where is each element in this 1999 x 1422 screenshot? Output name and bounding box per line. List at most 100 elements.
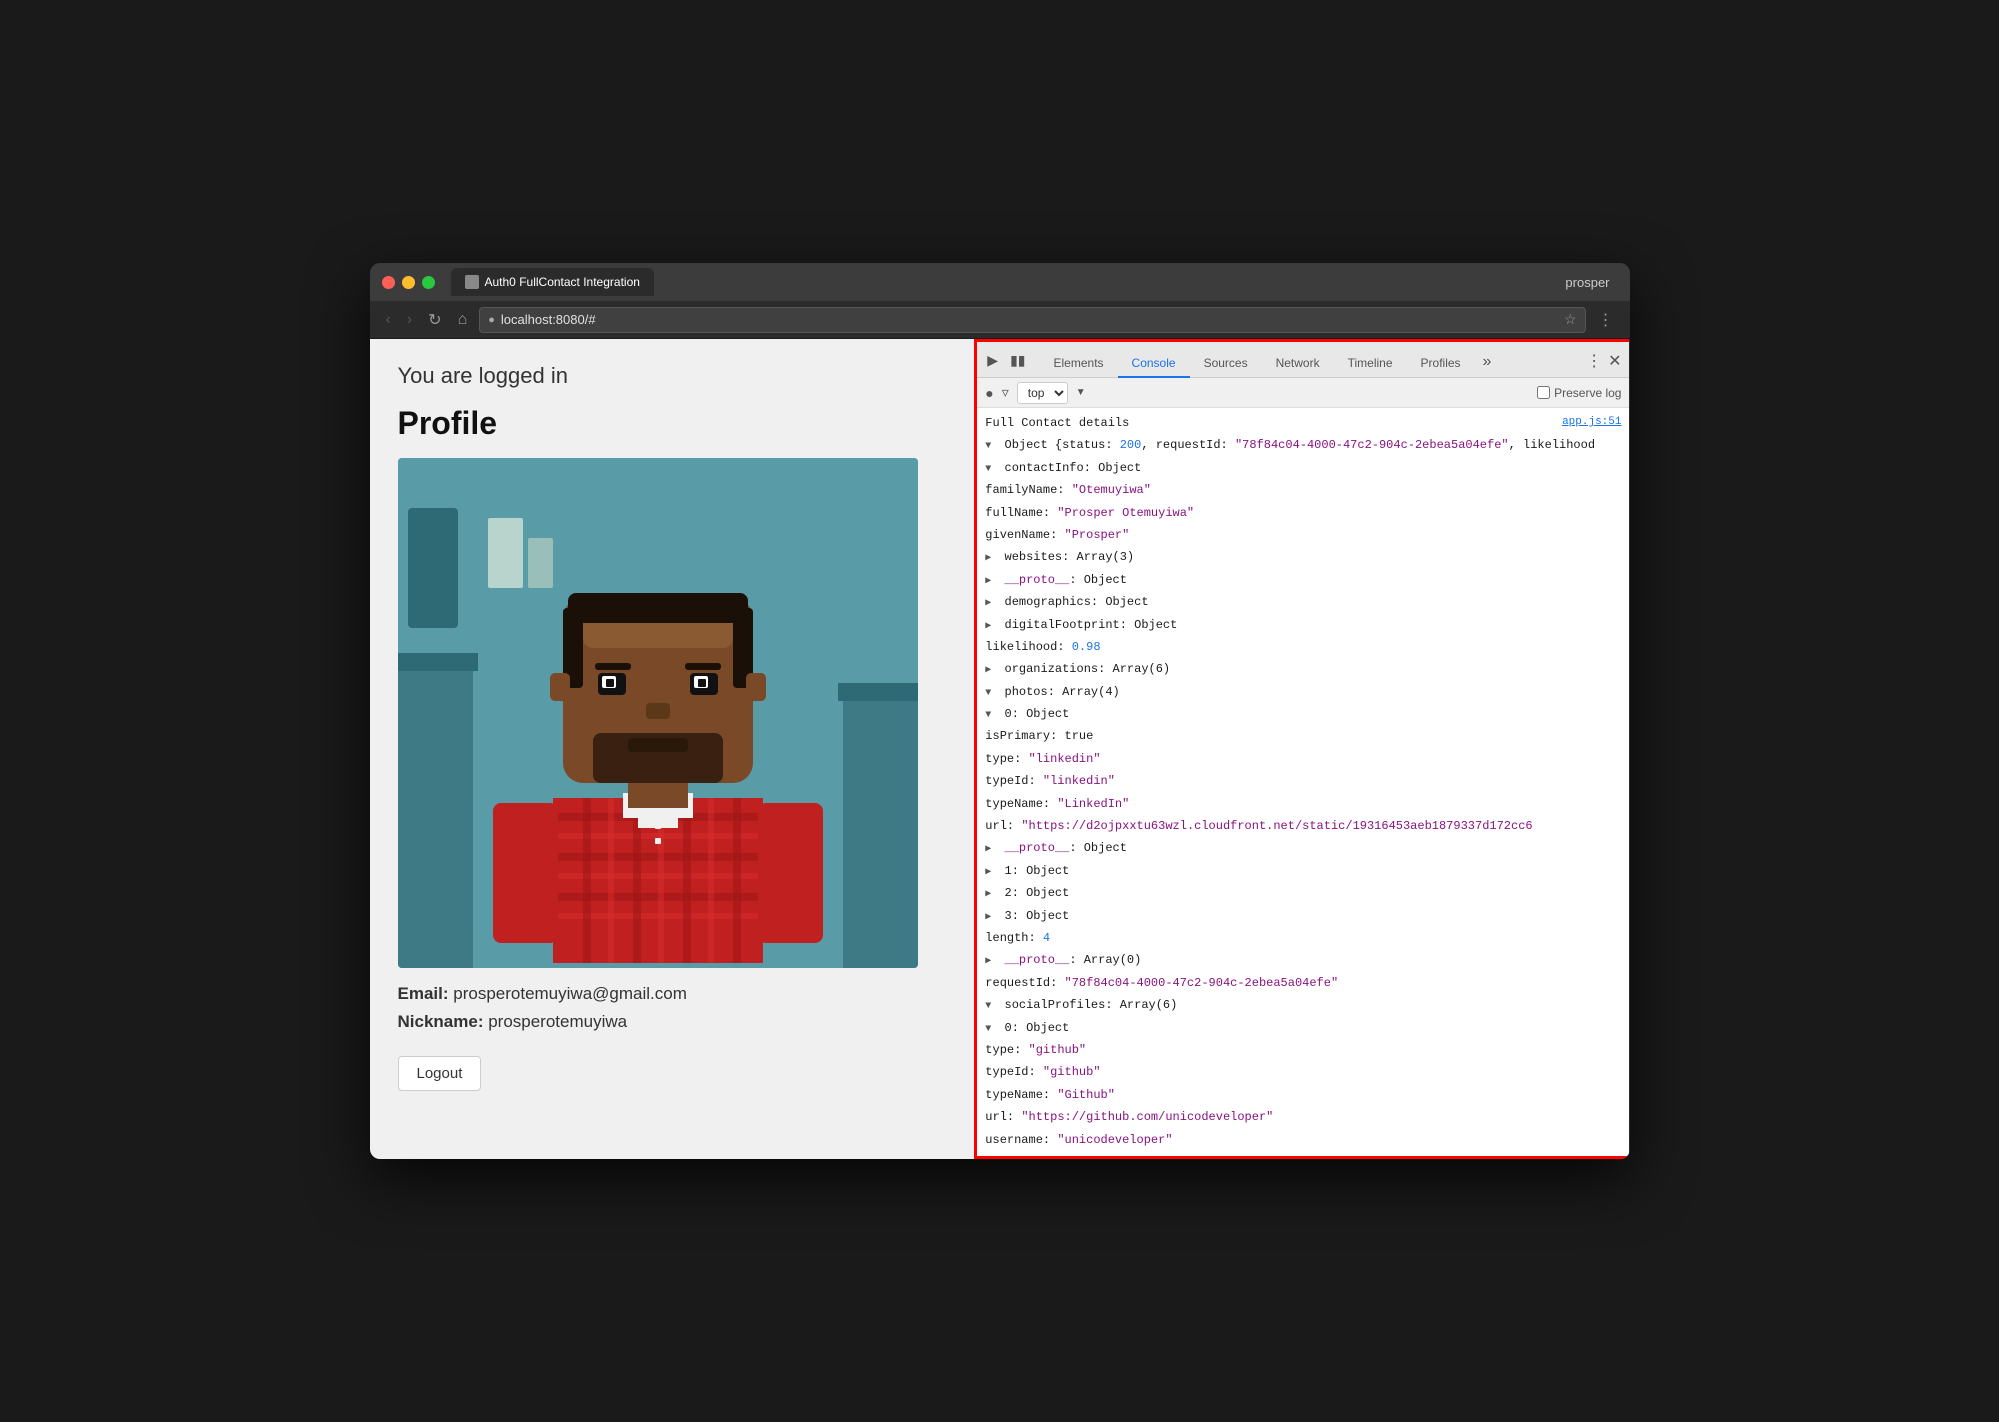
console-text: 0: Object xyxy=(985,704,1621,724)
console-line: __proto__: Array(0) xyxy=(977,949,1629,971)
console-text: 2: Object xyxy=(985,883,1621,903)
expand-arrow[interactable] xyxy=(985,1152,997,1156)
expand-arrow[interactable] xyxy=(985,435,997,455)
menu-button[interactable]: ⋮ xyxy=(1594,308,1618,332)
console-text: demographics: Object xyxy=(985,592,1621,612)
expand-arrow[interactable] xyxy=(985,592,997,612)
expand-arrow[interactable] xyxy=(985,883,997,903)
close-button[interactable] xyxy=(382,276,395,289)
console-text: __proto__: Array(0) xyxy=(985,950,1621,970)
console-line: url: "https://github.com/unicodeveloper" xyxy=(977,1106,1629,1128)
console-line: length: 4 xyxy=(977,927,1629,949)
console-text: digitalFootprint: Object xyxy=(985,615,1621,635)
expand-arrow[interactable] xyxy=(985,861,997,881)
console-text: length: 4 xyxy=(985,928,1621,948)
expand-arrow[interactable] xyxy=(985,1018,997,1038)
expand-arrow[interactable] xyxy=(985,838,997,858)
console-text: givenName: "Prosper" xyxy=(985,525,1621,545)
console-text: socialProfiles: Array(6) xyxy=(985,995,1621,1015)
console-line: typeName: "Github" xyxy=(977,1084,1629,1106)
console-output: Full Contact details app.js:51 Object {s… xyxy=(977,408,1629,1156)
expand-arrow[interactable] xyxy=(985,615,997,635)
expand-arrow[interactable] xyxy=(985,547,997,567)
email-line: Email: prosperotemuyiwa@gmail.com xyxy=(398,984,947,1004)
console-text: likelihood: 0.98 xyxy=(985,637,1621,657)
expand-arrow[interactable] xyxy=(985,682,997,702)
console-text: isPrimary: true xyxy=(985,726,1621,746)
console-text: type: "github" xyxy=(985,1040,1621,1060)
devtools-close-button[interactable]: ✕ xyxy=(1608,351,1621,371)
avatar-image xyxy=(398,458,918,968)
console-context-select[interactable]: top xyxy=(1017,382,1068,404)
console-toolbar: ● ▿ top ▼ Preserve log xyxy=(977,378,1629,408)
logged-in-text: You are logged in xyxy=(398,363,947,389)
preserve-log: Preserve log xyxy=(1537,386,1621,400)
browser-tab-active[interactable]: Auth0 FullContact Integration xyxy=(451,268,654,296)
expand-arrow[interactable] xyxy=(985,659,997,679)
tab-profiles[interactable]: Profiles xyxy=(1407,350,1475,378)
minimize-button[interactable] xyxy=(402,276,415,289)
tab-sources[interactable]: Sources xyxy=(1190,350,1262,378)
console-line: fullName: "Prosper Otemuyiwa" xyxy=(977,502,1629,524)
console-line: 3: Object xyxy=(977,905,1629,927)
title-bar: Auth0 FullContact Integration prosper xyxy=(370,263,1630,301)
console-filter-button[interactable]: ▿ xyxy=(1002,384,1009,401)
avatar-container xyxy=(398,458,918,968)
tab-elements[interactable]: Elements xyxy=(1040,350,1118,378)
expand-arrow[interactable] xyxy=(985,458,997,478)
expand-arrow[interactable] xyxy=(985,950,997,970)
devtools-tabs: ▶ ▮▮ Elements Console Sources Network Ti… xyxy=(977,342,1629,378)
console-line: digitalFootprint: Object xyxy=(977,614,1629,636)
bookmark-icon[interactable]: ☆ xyxy=(1564,311,1577,328)
expand-arrow[interactable] xyxy=(985,906,997,926)
devtools-tab-icons: ▶ ▮▮ xyxy=(985,350,1027,377)
console-line: contactInfo: Object xyxy=(977,457,1629,479)
console-text: type: "linkedin" xyxy=(985,749,1621,769)
console-line: demographics: Object xyxy=(977,591,1629,613)
console-text: __proto__: Object xyxy=(985,1152,1621,1156)
console-line: 0: Object xyxy=(977,703,1629,725)
nickname-line: Nickname: prosperotemuyiwa xyxy=(398,1012,947,1032)
maximize-button[interactable] xyxy=(422,276,435,289)
browser-window: Auth0 FullContact Integration prosper ‹ … xyxy=(370,263,1630,1159)
expand-arrow[interactable] xyxy=(985,570,997,590)
more-tabs-button[interactable]: » xyxy=(1475,347,1500,377)
console-line: typeId: "linkedin" xyxy=(977,770,1629,792)
expand-arrow[interactable] xyxy=(985,704,997,724)
address-bar[interactable]: ● localhost:8080/# ☆ xyxy=(479,307,1585,333)
console-text: 0: Object xyxy=(985,1018,1621,1038)
console-text: 1: Object xyxy=(985,861,1621,881)
console-text: organizations: Array(6) xyxy=(985,659,1621,679)
console-text: username: "unicodeveloper" xyxy=(985,1130,1621,1150)
nickname-label: Nickname: xyxy=(398,1012,489,1031)
devtools-settings-button[interactable]: ⋮ xyxy=(1586,351,1602,371)
tab-title: Auth0 FullContact Integration xyxy=(485,275,640,289)
inspect-element-button[interactable]: ▶ xyxy=(985,350,1000,371)
console-text: url: "https://github.com/unicodeveloper" xyxy=(985,1107,1621,1127)
console-line: Object {status: 200, requestId: "78f84c0… xyxy=(977,434,1629,456)
console-line: requestId: "78f84c04-4000-47c2-904c-2ebe… xyxy=(977,972,1629,994)
console-source[interactable]: app.js:51 xyxy=(1562,413,1621,433)
console-text: familyName: "Otemuyiwa" xyxy=(985,480,1621,500)
preserve-log-label: Preserve log xyxy=(1554,386,1621,400)
console-clear-button[interactable]: ● xyxy=(985,385,993,401)
home-button[interactable]: ⌂ xyxy=(454,309,472,331)
tab-timeline[interactable]: Timeline xyxy=(1334,350,1407,378)
forward-button[interactable]: › xyxy=(403,309,416,331)
devtools-controls: ⋮ ✕ xyxy=(1586,351,1621,377)
expand-arrow[interactable] xyxy=(985,995,997,1015)
console-line: Full Contact details app.js:51 xyxy=(977,412,1629,434)
device-mode-button[interactable]: ▮▮ xyxy=(1008,350,1027,371)
console-text: typeId: "github" xyxy=(985,1062,1621,1082)
logout-button[interactable]: Logout xyxy=(398,1056,482,1091)
preserve-log-checkbox[interactable] xyxy=(1537,386,1550,399)
refresh-button[interactable]: ↻ xyxy=(424,308,445,332)
tab-network[interactable]: Network xyxy=(1262,350,1334,378)
url-text: localhost:8080/# xyxy=(501,312,596,327)
back-button[interactable]: ‹ xyxy=(382,309,395,331)
tab-bar: Auth0 FullContact Integration xyxy=(451,268,1566,296)
console-text: typeName: "LinkedIn" xyxy=(985,794,1621,814)
user-info: Email: prosperotemuyiwa@gmail.com Nickna… xyxy=(398,984,947,1032)
console-text: photos: Array(4) xyxy=(985,682,1621,702)
tab-console[interactable]: Console xyxy=(1118,350,1190,378)
